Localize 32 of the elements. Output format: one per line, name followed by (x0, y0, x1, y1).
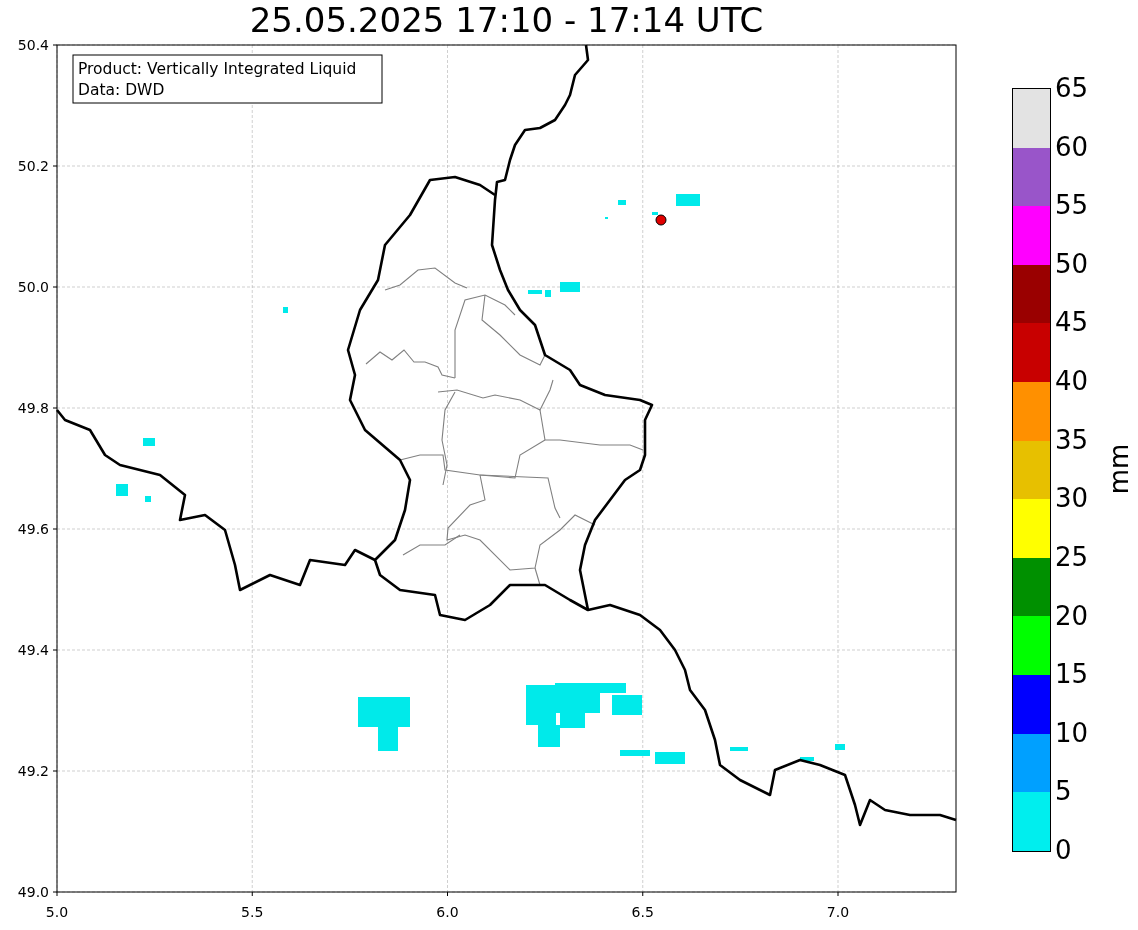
chart-title: 25.05.2025 17:10 - 17:14 UTC (248, 0, 765, 38)
y-tick-label: 49.2 (17, 763, 49, 779)
colorbar-tick-label: 5 (1055, 775, 1072, 808)
colorbar-tick-label: 0 (1055, 834, 1072, 866)
colorbar-tick-label: 65 (1055, 72, 1089, 104)
colorbar-unit-label: mm (1104, 443, 1134, 495)
colorbar-tick-label: 35 (1055, 423, 1089, 456)
y-tick-label: 49.6 (17, 521, 49, 537)
x-tick-label: 6.0 (436, 904, 459, 920)
colorbar-tick-label: 15 (1055, 658, 1089, 691)
y-tick-label: 50.2 (17, 158, 49, 174)
y-tick-label: 49.0 (17, 884, 49, 900)
colorbar-tick-label: 40 (1055, 365, 1089, 398)
colorbar-tick-label: 60 (1055, 130, 1089, 163)
colorbar-tick-label: 45 (1055, 306, 1089, 339)
colorbar-tick-label: 50 (1055, 247, 1089, 280)
colorbar-tick-label: 25 (1055, 540, 1089, 573)
y-tick-label: 50.0 (17, 279, 49, 295)
y-tick-label: 50.4 (17, 38, 49, 53)
colorbar-tick-label: 10 (1055, 716, 1089, 749)
colorbar-tick-label: 20 (1055, 599, 1089, 632)
legend-text: Data: DWD (78, 81, 165, 99)
x-tick-label: 6.5 (631, 904, 654, 920)
location-marker (655, 214, 667, 226)
x-tick-label: 5.5 (241, 904, 264, 920)
x-tick-label: 5.0 (45, 904, 69, 920)
y-tick-label: 49.4 (17, 642, 49, 658)
colorbar-tick-label: 30 (1055, 482, 1089, 515)
x-tick-label: 7.0 (826, 904, 850, 920)
colorbar-tick-label: 55 (1055, 189, 1089, 222)
legend-text: Product: Vertically Integrated Liquid (78, 60, 357, 78)
y-tick-label: 49.8 (17, 400, 49, 416)
